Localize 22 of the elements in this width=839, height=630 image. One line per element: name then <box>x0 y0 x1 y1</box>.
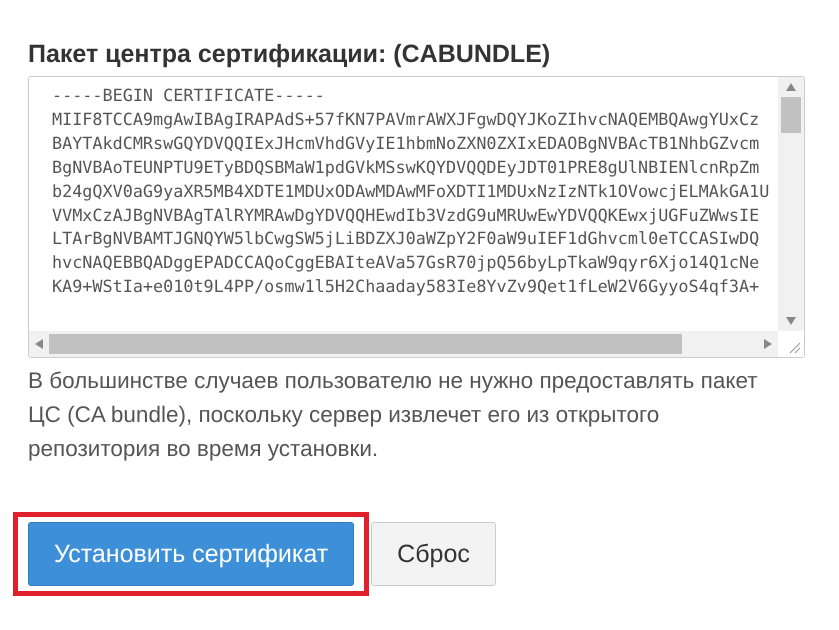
certificate-line: BAYTAkdCMRswGQYDVQQIExJHcmVhdGVyIE1hbmNoZXN0ZXIxEDAOBgNVBAcTB1NhbGZvcm <box>52 132 760 155</box>
certificate-text-area[interactable] <box>28 76 805 358</box>
certificate-line: hvcNAQEBBQADggEPADCCAQoCggEBAIteAVa57GsR70jpQ56byLpTkaW9qyr6Xjo14Q1cNe <box>52 251 760 274</box>
certificate-line: -----BEGIN CERTIFICATE----- <box>52 84 325 107</box>
vertical-scrollbar[interactable] <box>778 77 804 331</box>
scrollbar-thumb[interactable] <box>781 97 801 133</box>
resize-handle-icon[interactable] <box>789 342 801 354</box>
scroll-down-icon[interactable] <box>786 317 796 325</box>
horizontal-scrollbar[interactable] <box>29 331 778 357</box>
certificate-line: KA9+WStIa+e010t9L4PP/osmw1l5H2Chaaday583Ie8YvZv9Qet1fLeW2V6GyyoS4qf3A+ <box>52 275 760 298</box>
scroll-right-icon[interactable] <box>764 339 772 349</box>
field-label: Пакет центра сертификации: (CABUNDLE) <box>28 40 552 68</box>
scrollbar-thumb[interactable] <box>49 334 682 354</box>
certificate-line: MIIF8TCCA9mgAwIBAgIRAPAdS+57fKN7PAVmrAWXJFgwDQYJKoZIhvcNAQEMBQAwgYUxCz <box>52 108 760 131</box>
certificate-line: LTArBgNVBAMTJGNQYW5lbCwgSW5jLiBDZXJ0aWZpY2F0aW9uIEF1dGhvcml0eTCCASIwDQ <box>52 227 760 250</box>
help-text: В большинстве случаев пользователю не нужно предоставлять пакет ЦС (CA bundle), поскольку сервер извлечет его из открытого репозитория во время установки. <box>28 367 758 463</box>
scroll-up-icon[interactable] <box>786 83 796 91</box>
certificate-line: BgNVBAoTEUNPTU9ETyBDQSBMaW1pdGVkMSswKQYDVQQDEyJDT01PRE8gUlNBIENlcnRpZm <box>52 156 760 179</box>
reset-button[interactable]: Сброс <box>371 522 496 586</box>
certificate-line: VVMxCzAJBgNVBAgTAlRYMRAwDgYDVQQHEwdIb3VzdG9uMRUwEwYDVQQKEwxjUGFuZWwsIE <box>52 204 760 227</box>
scroll-left-icon[interactable] <box>35 339 43 349</box>
certificate-line: b24gQXV0aG9yaXR5MB4XDTE1MDUxODAwMDAwMFoXDTI1MDUxNzIzNTk1OVowcjELMAkGA1U <box>52 180 770 203</box>
